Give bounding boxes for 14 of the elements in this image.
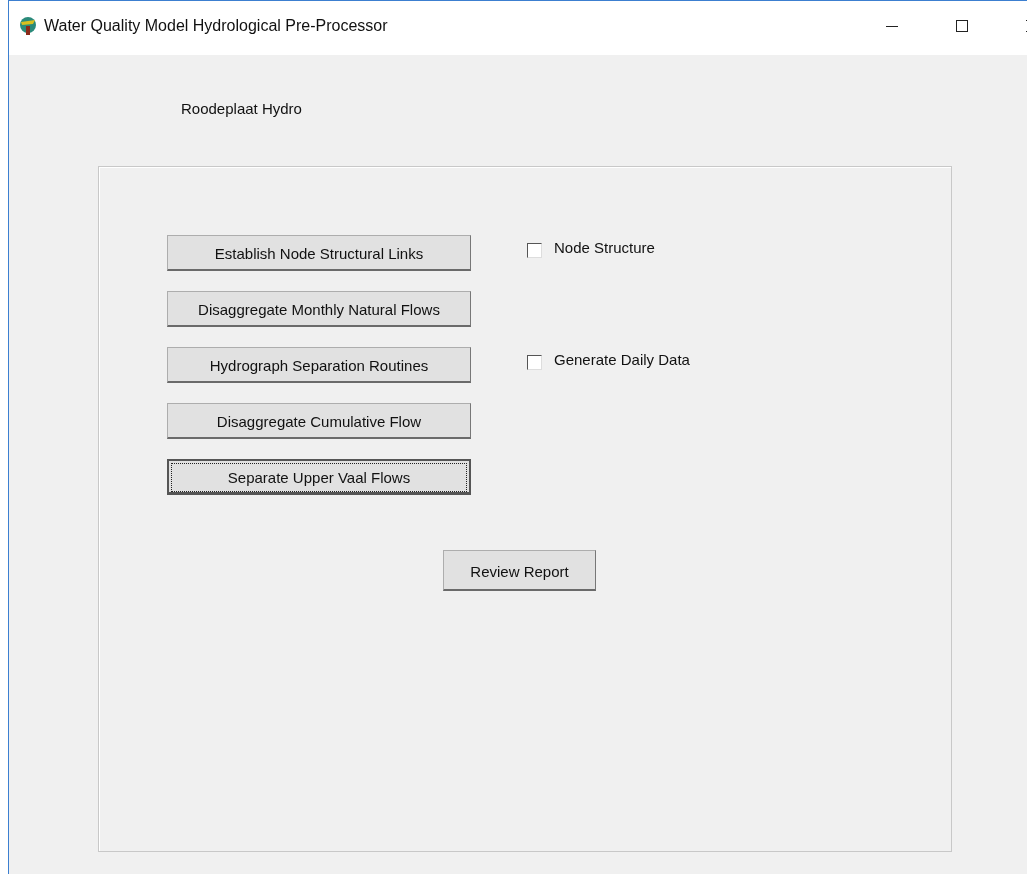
action-button[interactable]: Disaggregate Monthly Natural Flows [167, 291, 471, 327]
action-button[interactable]: Establish Node Structural Links [167, 235, 471, 271]
app-icon [18, 16, 38, 36]
checkbox-label[interactable]: Node Structure [554, 239, 655, 256]
checkbox[interactable] [527, 243, 542, 258]
maximize-icon[interactable] [954, 18, 970, 34]
window-title: Water Quality Model Hydrological Pre-Processor [44, 17, 388, 35]
checkbox-label[interactable]: Generate Daily Data [554, 351, 690, 368]
action-button[interactable]: Disaggregate Cumulative Flow [167, 403, 471, 439]
action-button[interactable]: Hydrograph Separation Routines [167, 347, 471, 383]
checkbox[interactable] [527, 355, 542, 370]
action-button[interactable]: Separate Upper Vaal Flows [167, 459, 471, 495]
review-report-button[interactable]: Review Report [443, 550, 596, 591]
form-heading: Roodeplaat Hydro [181, 100, 303, 119]
